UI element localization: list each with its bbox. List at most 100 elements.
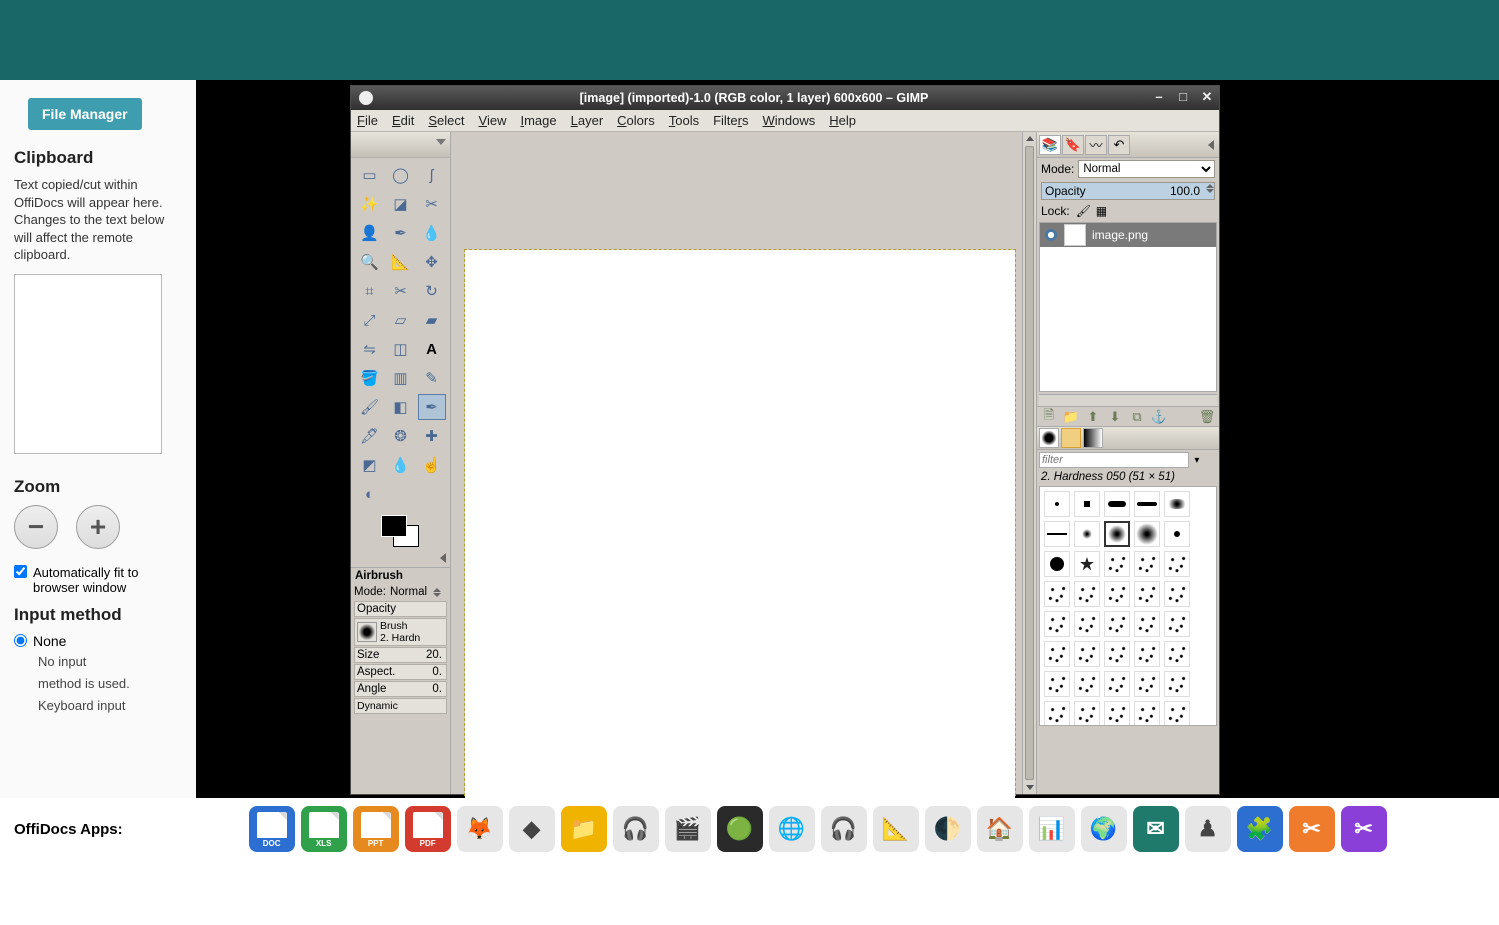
app-audacity[interactable]: 🎧 <box>613 806 659 852</box>
tool-bucket[interactable]: 🪣 <box>356 365 384 391</box>
tool-airbrush[interactable]: ✒ <box>418 394 446 420</box>
brush-item[interactable] <box>1074 701 1100 726</box>
tool-paths[interactable]: ✒ <box>387 220 415 246</box>
tool-text[interactable]: A <box>418 336 446 362</box>
brush-item[interactable] <box>1074 611 1100 637</box>
tool-color-picker[interactable]: 💧 <box>418 220 446 246</box>
brush-item[interactable] <box>1164 521 1190 547</box>
layer-visibility-icon[interactable] <box>1044 228 1058 242</box>
tab-undo-icon[interactable]: ↶ <box>1108 135 1130 155</box>
tab-layers-icon[interactable]: 📚 <box>1039 135 1061 155</box>
app-lmms[interactable]: 🟢 <box>717 806 763 852</box>
brush-item[interactable] <box>1164 671 1190 697</box>
autofit-checkbox[interactable] <box>14 565 27 578</box>
brush-thumb-icon[interactable] <box>357 622 377 642</box>
brush-item-selected[interactable] <box>1104 521 1130 547</box>
lock-pixels-icon[interactable]: 🖌 <box>1076 204 1090 218</box>
tool-cage[interactable]: ◫ <box>387 336 415 362</box>
tool-crop[interactable]: ✂ <box>387 278 415 304</box>
brush-item[interactable] <box>1044 581 1070 607</box>
tool-align[interactable]: ⌗ <box>356 278 384 304</box>
tool-heal[interactable]: ✚ <box>418 423 446 449</box>
brush-item[interactable] <box>1104 701 1130 726</box>
tab-channels-icon[interactable]: 🔖 <box>1062 135 1084 155</box>
tool-paintbrush[interactable]: 🖌 <box>356 394 384 420</box>
app-mail[interactable]: ✉ <box>1133 806 1179 852</box>
brush-item[interactable] <box>1134 551 1160 577</box>
brush-item[interactable] <box>1044 521 1070 547</box>
brush-item[interactable] <box>1164 581 1190 607</box>
layer-group-icon[interactable]: 📁 <box>1063 409 1079 425</box>
brush-item[interactable] <box>1164 701 1190 726</box>
brush-item[interactable] <box>1134 521 1160 547</box>
tool-rect-select[interactable]: ▭ <box>356 162 384 188</box>
app-doc[interactable]: DOC <box>249 806 295 852</box>
brush-item[interactable] <box>1164 641 1190 667</box>
menu-windows[interactable]: Windows <box>763 113 816 128</box>
brush-item[interactable] <box>1074 671 1100 697</box>
brush-item[interactable] <box>1164 551 1190 577</box>
brush-item[interactable] <box>1044 491 1070 517</box>
tool-opacity-row[interactable]: Opacity <box>354 601 447 617</box>
app-dia[interactable]: 📐 <box>873 806 919 852</box>
brush-item[interactable]: ★ <box>1074 551 1100 577</box>
app-gimp[interactable]: 🦊 <box>457 806 503 852</box>
brush-item[interactable] <box>1164 491 1190 517</box>
tool-rotate[interactable]: ↻ <box>418 278 446 304</box>
tool-dodge[interactable]: ◐ <box>356 481 384 507</box>
file-manager-button[interactable]: File Manager <box>28 98 142 130</box>
brush-item[interactable] <box>1074 521 1100 547</box>
layer-new-icon[interactable]: 🗎 <box>1041 409 1057 425</box>
layer-mode-combo[interactable]: Normal <box>1078 160 1215 178</box>
app-chess[interactable]: ♟ <box>1185 806 1231 852</box>
maximize-button[interactable]: □ <box>1175 91 1191 105</box>
tool-zoom[interactable]: 🔍 <box>356 249 384 275</box>
tool-measure[interactable]: 📐 <box>387 249 415 275</box>
menu-filters[interactable]: Filters <box>713 113 748 128</box>
tool-dynamics-row[interactable]: Dynamic <box>354 698 447 714</box>
app-puzzle[interactable]: 🧩 <box>1237 806 1283 852</box>
brush-item[interactable] <box>1044 551 1070 577</box>
brush-item[interactable] <box>1134 671 1160 697</box>
app-project[interactable]: 📊 <box>1029 806 1075 852</box>
tool-eraser[interactable]: ◧ <box>387 394 415 420</box>
app-globe[interactable]: 🌐 <box>769 806 815 852</box>
fg-bg-color-selector[interactable] <box>379 515 423 551</box>
dock-menu-icon[interactable] <box>1208 140 1214 150</box>
layer-duplicate-icon[interactable]: ⧉ <box>1129 409 1145 425</box>
brush-item[interactable] <box>1044 671 1070 697</box>
clipboard-textarea[interactable] <box>14 274 162 454</box>
tool-scale[interactable]: ⤢ <box>356 307 384 333</box>
layer-down-icon[interactable]: ⬇ <box>1107 409 1123 425</box>
input-none-radio[interactable] <box>14 634 27 647</box>
close-button[interactable]: ✕ <box>1199 91 1215 105</box>
tool-flip[interactable]: ⇋ <box>356 336 384 362</box>
layer-up-icon[interactable]: ⬆ <box>1085 409 1101 425</box>
zoom-out-button[interactable]: − <box>14 505 58 549</box>
menu-colors[interactable]: Colors <box>617 113 655 128</box>
brush-item[interactable] <box>1044 701 1070 726</box>
brush-item[interactable] <box>1104 641 1130 667</box>
app-ppt[interactable]: PPT <box>353 806 399 852</box>
tool-shear[interactable]: ▱ <box>387 307 415 333</box>
tool-foreground[interactable]: 👤 <box>356 220 384 246</box>
brush-item[interactable] <box>1104 671 1130 697</box>
brush-item[interactable] <box>1134 641 1160 667</box>
menu-file[interactable]: File <box>357 113 378 128</box>
dock-collapse-icon[interactable] <box>351 553 450 567</box>
tool-free-select[interactable]: ʃ <box>418 162 446 188</box>
layer-anchor-icon[interactable]: ⚓ <box>1151 409 1167 425</box>
tool-aspect-row[interactable]: Aspect. 0. <box>354 664 447 680</box>
input-none-row[interactable]: None <box>14 633 182 649</box>
tool-scissors[interactable]: ✂ <box>418 191 446 217</box>
brush-item[interactable] <box>1104 611 1130 637</box>
brush-item[interactable] <box>1134 701 1160 726</box>
canvas-vertical-scrollbar[interactable] <box>1022 132 1036 794</box>
layer-list-scrollbar[interactable] <box>1039 394 1217 406</box>
brush-item[interactable] <box>1164 611 1190 637</box>
tool-blend[interactable]: ▥ <box>387 365 415 391</box>
brush-item[interactable] <box>1134 611 1160 637</box>
tool-ink[interactable]: 🖋 <box>356 423 384 449</box>
tool-angle-row[interactable]: Angle 0. <box>354 681 447 697</box>
image-canvas[interactable] <box>465 250 1015 800</box>
